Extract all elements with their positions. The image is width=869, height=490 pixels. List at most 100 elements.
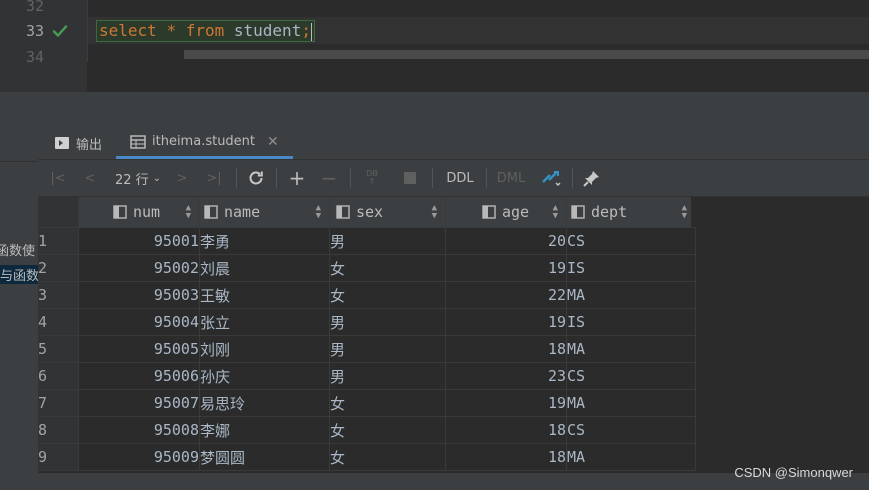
ddl-button[interactable]: DDL [442,168,478,188]
cell-dept[interactable]: CS [566,416,696,444]
keyword-from: from [185,21,225,40]
cell-sex[interactable]: 男 [329,227,446,255]
cell-sex[interactable]: 女 [329,389,446,417]
cell-age[interactable]: 22 [445,281,567,309]
stop-icon[interactable] [402,168,418,188]
cell-name[interactable]: 张立 [199,308,330,336]
row-number-cell: 8 [38,416,79,444]
cell-name[interactable]: 孙庆 [199,362,330,390]
cell-age[interactable]: 18 [445,335,567,363]
table-row[interactable]: 6 95006 孙庆男 23 CS [38,362,696,390]
table-row[interactable]: 7 95007 易思玲女 19 MA [38,389,696,417]
column-icon [336,205,350,219]
next-page-icon[interactable]: > [174,168,190,188]
cell-dept[interactable]: MA [566,389,696,417]
table-row[interactable]: 9 95009 梦圆圆女 18 MA [38,443,696,471]
refresh-icon[interactable] [246,168,266,188]
cell-sex[interactable]: 男 [329,335,446,363]
cell-num[interactable]: 95008 [78,416,200,444]
sort-icon[interactable]: ▲ ▼ [316,204,321,221]
first-page-icon[interactable]: |< [50,168,66,188]
cell-num[interactable]: 95009 [78,443,200,471]
cell-dept[interactable]: CS [566,227,696,255]
cell-num[interactable]: 95001 [78,227,200,255]
pin-icon[interactable] [582,168,602,188]
prev-page-icon[interactable]: < [82,168,98,188]
cell-name[interactable]: 梦圆圆 [199,443,330,471]
column-header-num[interactable]: num ▲ ▼ [78,197,200,228]
column-header-name[interactable]: name ▲ ▼ [199,197,330,228]
result-table: num ▲ ▼ name ▲ ▼ sex ▲ ▼ age ▲ ▼ dept ▲ … [38,197,696,471]
cell-age[interactable]: 18 [445,443,567,471]
column-label: num [133,203,161,221]
cell-name[interactable]: 刘晨 [199,254,330,282]
cell-dept[interactable]: CS [566,362,696,390]
result-grid[interactable]: num ▲ ▼ name ▲ ▼ sex ▲ ▼ age ▲ ▼ dept ▲ … [38,197,869,473]
cell-name[interactable]: 李勇 [199,227,330,255]
add-row-icon[interactable]: + [288,166,306,190]
submit-db-icon[interactable]: DB ↑ [362,168,382,188]
grid-empty-area [691,197,869,227]
sort-icon[interactable]: ▲ ▼ [553,204,558,221]
cell-sex[interactable]: 女 [329,443,446,471]
cell-sex[interactable]: 女 [329,281,446,309]
cell-age[interactable]: 18 [445,416,567,444]
compare-icon[interactable] [540,168,562,188]
cell-num[interactable]: 95002 [78,254,200,282]
sort-icon[interactable]: ▲ ▼ [186,204,191,221]
left-panel-item[interactable]: 函数使 [0,240,35,259]
table-row[interactable]: 1 95001 李勇男 20 CS [38,227,696,255]
dml-button[interactable]: DML [494,168,528,188]
tab-itheima-student[interactable]: itheima.student ✕ [116,127,293,159]
close-icon[interactable]: ✕ [267,134,279,150]
cell-num[interactable]: 95005 [78,335,200,363]
cell-age[interactable]: 20 [445,227,567,255]
results-tabbar: 输出 itheima.student ✕ [38,127,869,160]
sql-statement[interactable]: select * from student; [96,20,315,42]
cell-num[interactable]: 95004 [78,308,200,336]
cell-name[interactable]: 李娜 [199,416,330,444]
table-icon [130,134,146,149]
cell-num[interactable]: 95006 [78,362,200,390]
delete-row-icon[interactable]: − [320,166,338,190]
cell-sex[interactable]: 男 [329,308,446,336]
horizontal-scrollbar[interactable] [184,50,869,59]
cell-sex[interactable]: 女 [329,254,446,282]
cell-name[interactable]: 王敏 [199,281,330,309]
cell-name[interactable]: 刘刚 [199,335,330,363]
table-row[interactable]: 3 95003 王敏女 22 MA [38,281,696,309]
panel-splitter[interactable] [0,92,869,128]
cell-sex[interactable]: 男 [329,362,446,390]
cell-name[interactable]: 易思玲 [199,389,330,417]
cell-sex[interactable]: 女 [329,416,446,444]
results-toolbar: |< < 22 行 ⌄ > >| + − DB ↑ DDL DML [38,160,869,197]
cell-age[interactable]: 19 [445,254,567,282]
cell-num[interactable]: 95007 [78,389,200,417]
table-row[interactable]: 8 95008 李娜女 18 CS [38,416,696,444]
tab-output[interactable]: 输出 [54,127,102,159]
code-area[interactable]: select * from student; [88,0,869,62]
cell-age[interactable]: 23 [445,362,567,390]
column-header-sex[interactable]: sex ▲ ▼ [329,197,446,228]
sql-editor[interactable]: 32 33 34 select * from student; [0,0,869,92]
cell-age[interactable]: 19 [445,308,567,336]
cell-dept[interactable]: MA [566,281,696,309]
column-header-age[interactable]: age ▲ ▼ [445,197,567,228]
cell-dept[interactable]: MA [566,443,696,471]
page-size-dropdown[interactable]: 22 行 ⌄ [112,168,164,188]
column-header-dept[interactable]: dept ▲ ▼ [566,197,696,228]
table-row[interactable]: 2 95002 刘晨女 19 IS [38,254,696,282]
left-panel-item-selected[interactable]: 与函数 [0,265,38,284]
last-page-icon[interactable]: >| [204,168,224,188]
cell-dept[interactable]: IS [566,254,696,282]
table-row[interactable]: 4 95004 张立男 19 IS [38,308,696,336]
sort-icon[interactable]: ▲ ▼ [682,204,687,221]
cell-dept[interactable]: MA [566,335,696,363]
cell-age[interactable]: 19 [445,389,567,417]
cell-num[interactable]: 95003 [78,281,200,309]
row-number-cell: 7 [38,389,79,417]
column-label: dept [591,203,628,221]
table-row[interactable]: 5 95005 刘刚男 18 MA [38,335,696,363]
cell-dept[interactable]: IS [566,308,696,336]
sort-icon[interactable]: ▲ ▼ [432,204,437,221]
